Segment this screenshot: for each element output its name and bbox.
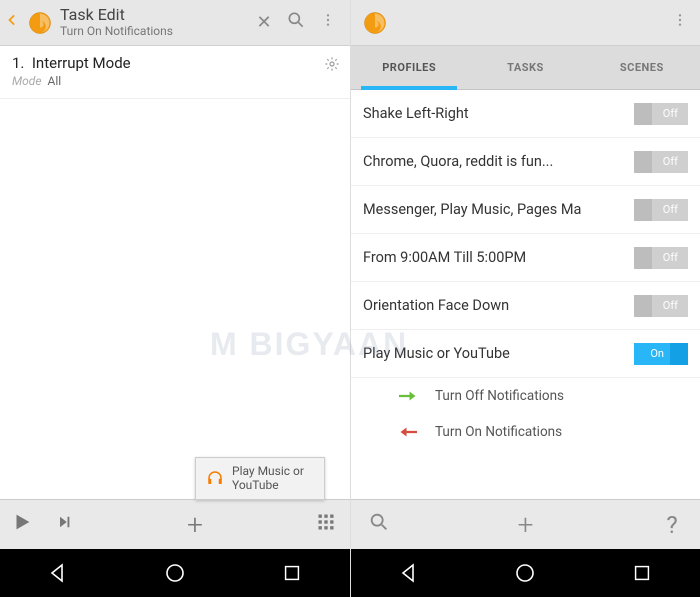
search-button[interactable]: [351, 511, 407, 539]
nav-recent-button[interactable]: [278, 559, 306, 587]
play-button[interactable]: [0, 511, 44, 539]
enter-task-label: Turn Off Notifications: [435, 388, 564, 404]
main-tabs: PROFILES TASKS SCENES: [351, 46, 700, 90]
profile-row[interactable]: Messenger, Play Music, Pages Ma Off: [351, 186, 700, 234]
switch-label: Off: [663, 203, 678, 216]
profile-label: Orientation Face Down: [363, 297, 634, 314]
task-action-row[interactable]: 1. Interrupt Mode Mode All: [0, 46, 350, 99]
action-index: 1.: [12, 54, 24, 72]
tab-tasks[interactable]: TASKS: [467, 46, 583, 89]
nav-recent-button[interactable]: [628, 559, 656, 587]
left-body: Play Music or YouTube: [0, 99, 350, 499]
android-navbar: [351, 549, 700, 597]
nav-back-button[interactable]: [395, 559, 423, 587]
switch-label: Off: [663, 251, 678, 264]
profile-label: Chrome, Quora, reddit is fun...: [363, 153, 634, 170]
headphones-icon: [206, 469, 224, 487]
tab-label: TASKS: [507, 61, 544, 74]
profile-row[interactable]: Play Music or YouTube On: [351, 330, 700, 378]
appbar-subtitle: Turn On Notifications: [60, 25, 248, 39]
tab-scenes[interactable]: SCENES: [584, 46, 700, 89]
search-icon[interactable]: [280, 10, 312, 35]
profile-row[interactable]: From 9:00AM Till 5:00PM Off: [351, 234, 700, 282]
profile-toggle[interactable]: Off: [634, 295, 688, 317]
arrow-left-red-icon: [399, 425, 417, 439]
profile-label: Play Music or YouTube: [363, 345, 634, 362]
task-edit-pane: Task Edit Turn On Notifications ✕ 1. Int…: [0, 0, 350, 597]
gear-icon[interactable]: [324, 56, 340, 76]
tooltip-text: Play Music or YouTube: [232, 464, 314, 493]
profiles-pane: PROFILES TASKS SCENES Shake Left-Right O…: [350, 0, 700, 597]
profile-toggle[interactable]: Off: [634, 199, 688, 221]
profile-row[interactable]: Chrome, Quora, reddit is fun... Off: [351, 138, 700, 186]
profile-row[interactable]: Orientation Face Down Off: [351, 282, 700, 330]
overflow-menu-icon[interactable]: [312, 10, 344, 35]
profile-enter-task[interactable]: Turn Off Notifications: [351, 378, 700, 414]
profile-exit-task[interactable]: Turn On Notifications: [351, 414, 700, 450]
profile-toggle[interactable]: Off: [634, 103, 688, 125]
tasker-logo-icon: [26, 9, 54, 37]
appbar-title: Task Edit: [60, 6, 248, 24]
add-action-button[interactable]: +: [171, 508, 219, 541]
profile-toggle[interactable]: On: [634, 343, 688, 365]
action-mode-value: All: [47, 74, 61, 88]
back-icon[interactable]: [6, 8, 24, 37]
help-button[interactable]: ?: [644, 511, 700, 539]
profile-label: Messenger, Play Music, Pages Ma: [363, 201, 634, 218]
nav-back-button[interactable]: [44, 559, 72, 587]
tab-label: SCENES: [620, 61, 664, 74]
android-navbar: [0, 549, 350, 597]
right-appbar: [351, 0, 700, 46]
switch-label: Off: [663, 107, 678, 120]
right-toolbar: + ?: [351, 499, 700, 549]
tasker-logo-icon: [361, 9, 389, 37]
arrow-right-green-icon: [399, 389, 417, 403]
profiles-list: Shake Left-Right Off Chrome, Quora, redd…: [351, 90, 700, 499]
action-mode-label: Mode: [12, 74, 42, 88]
switch-label: Off: [663, 155, 678, 168]
profile-row[interactable]: Shake Left-Right Off: [351, 90, 700, 138]
exit-task-label: Turn On Notifications: [435, 424, 562, 440]
task-tooltip: Play Music or YouTube: [195, 457, 325, 500]
action-name: Interrupt Mode: [32, 54, 131, 72]
switch-label: On: [634, 347, 670, 360]
tab-label: PROFILES: [382, 61, 436, 74]
close-icon[interactable]: ✕: [248, 12, 280, 33]
overflow-menu-icon[interactable]: [666, 10, 694, 35]
profile-toggle[interactable]: Off: [634, 151, 688, 173]
add-profile-button[interactable]: +: [407, 508, 644, 541]
grid-icon[interactable]: [302, 512, 350, 537]
step-button[interactable]: [44, 513, 88, 536]
switch-label: Off: [663, 299, 678, 312]
profile-toggle[interactable]: Off: [634, 247, 688, 269]
profile-label: Shake Left-Right: [363, 105, 634, 122]
tab-profiles[interactable]: PROFILES: [351, 46, 467, 89]
nav-home-button[interactable]: [161, 559, 189, 587]
left-appbar: Task Edit Turn On Notifications ✕: [0, 0, 350, 46]
nav-home-button[interactable]: [511, 559, 539, 587]
profile-label: From 9:00AM Till 5:00PM: [363, 249, 634, 266]
left-toolbar: +: [0, 499, 350, 549]
